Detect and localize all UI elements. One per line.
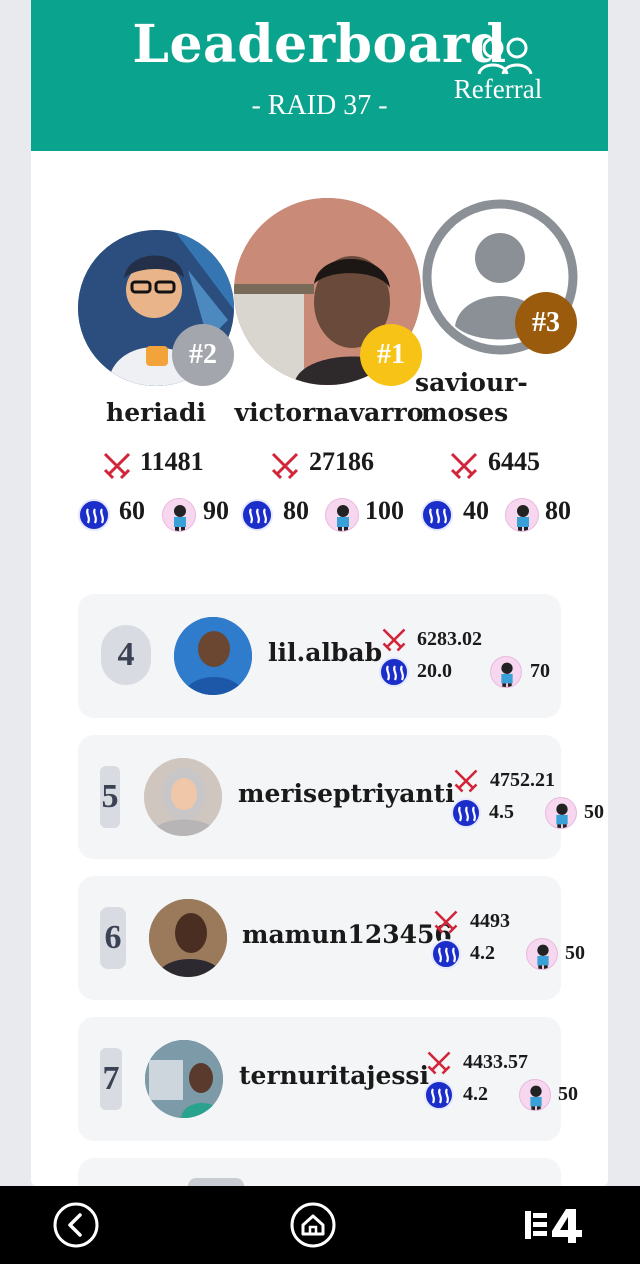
podium-name-saviour-moses-line1[interactable]: saviour- xyxy=(415,368,528,397)
row-char: 50 xyxy=(558,1083,578,1105)
leaderboard-header: Leaderboard - RAID 37 - Referral xyxy=(31,0,608,151)
character-icon xyxy=(519,1079,551,1111)
row-username[interactable]: ternuritajessi xyxy=(239,1061,429,1090)
steem-icon xyxy=(424,1080,454,1110)
rank-badge-1: #1 xyxy=(360,324,422,386)
leaderboard-row[interactable]: 5 meriseptriyanti 4752.21 4.5 50 xyxy=(78,735,604,859)
users-icon xyxy=(477,37,533,75)
back-button[interactable] xyxy=(52,1201,100,1249)
row-score: 4752.21 xyxy=(490,769,555,791)
row-steem: 4.2 xyxy=(470,942,495,964)
steem-icon xyxy=(431,939,461,969)
avatar[interactable] xyxy=(145,1040,223,1118)
podium-steem-victornavarro: 80 xyxy=(283,496,309,525)
character-icon xyxy=(505,498,539,532)
crossed-swords-icon xyxy=(382,628,406,652)
row-steem: 20.0 xyxy=(417,660,452,682)
crossed-swords-icon xyxy=(450,452,478,480)
row-score: 4433.57 xyxy=(463,1051,528,1073)
crossed-swords-icon xyxy=(434,910,458,934)
row-username[interactable]: mamun123456 xyxy=(242,920,452,949)
steem-icon xyxy=(78,499,110,531)
podium-steem-saviour-moses: 40 xyxy=(463,496,489,525)
avatar[interactable] xyxy=(174,617,252,695)
podium-score-saviour-moses: 6445 xyxy=(488,447,540,476)
row-steem: 4.2 xyxy=(463,1083,488,1105)
rank-badge-3: #3 xyxy=(515,292,577,354)
podium-score-victornavarro: 27186 xyxy=(309,447,374,476)
leaderboard-row[interactable]: 4 lil.albab 6283.02 20.0 70 xyxy=(78,594,561,718)
podium-score-heriadi: 11481 xyxy=(140,447,204,476)
podium-name-saviour-moses-line2[interactable]: moses xyxy=(421,398,531,427)
menu-icon xyxy=(525,1209,582,1243)
crossed-swords-icon xyxy=(271,452,299,480)
avatar[interactable] xyxy=(144,758,222,836)
rank-number: 5 xyxy=(100,766,120,828)
back-arrow-icon xyxy=(53,1202,99,1248)
row-char: 70 xyxy=(530,660,550,682)
row-username[interactable]: lil.albab xyxy=(268,638,382,667)
steem-icon xyxy=(421,499,453,531)
bottom-navigation xyxy=(0,1186,640,1264)
row-char: 50 xyxy=(565,942,585,964)
row-username[interactable]: meriseptriyanti xyxy=(238,779,455,808)
character-icon xyxy=(325,498,359,532)
home-icon xyxy=(290,1202,336,1248)
row-steem: 4.5 xyxy=(489,801,514,823)
leaderboard-row-partial[interactable] xyxy=(78,1158,561,1186)
crossed-swords-icon xyxy=(454,769,478,793)
home-button[interactable] xyxy=(289,1201,337,1249)
rank-badge-2: #2 xyxy=(172,324,234,386)
character-icon xyxy=(490,656,522,688)
referral-label: Referral xyxy=(453,74,543,104)
row-char: 50 xyxy=(584,801,604,823)
crossed-swords-icon xyxy=(427,1051,451,1075)
steem-icon xyxy=(379,657,409,687)
leaderboard-row[interactable]: 7 ternuritajessi 4433.57 4.2 50 xyxy=(78,1017,578,1141)
rank-number: 6 xyxy=(100,907,126,969)
avatar[interactable] xyxy=(149,899,227,977)
character-icon xyxy=(545,797,577,829)
row-score: 6283.02 xyxy=(417,628,482,650)
character-icon xyxy=(162,498,196,532)
rank-number: 7 xyxy=(100,1048,122,1110)
podium-char-heriadi: 90 xyxy=(203,496,229,525)
leaderboard-card: Leaderboard - RAID 37 - Referral #2 #1 #… xyxy=(31,0,608,1186)
row-score: 4493 xyxy=(470,910,510,932)
podium-char-victornavarro: 100 xyxy=(365,496,404,525)
character-icon xyxy=(526,938,558,970)
podium-steem-heriadi: 60 xyxy=(119,496,145,525)
crossed-swords-icon xyxy=(103,452,131,480)
podium-name-heriadi[interactable]: heriadi xyxy=(76,398,236,427)
avatar xyxy=(188,1178,244,1186)
podium-name-victornavarro[interactable]: victornavarro xyxy=(234,398,424,427)
podium-char-saviour-moses: 80 xyxy=(545,496,571,525)
rank-number: 4 xyxy=(101,625,151,685)
steem-icon xyxy=(241,499,273,531)
steem-icon xyxy=(451,798,481,828)
menu-button[interactable] xyxy=(522,1201,588,1249)
referral-button[interactable]: Referral xyxy=(443,34,553,104)
leaderboard-row[interactable]: 6 mamun123456 4493 4.2 50 xyxy=(78,876,585,1000)
